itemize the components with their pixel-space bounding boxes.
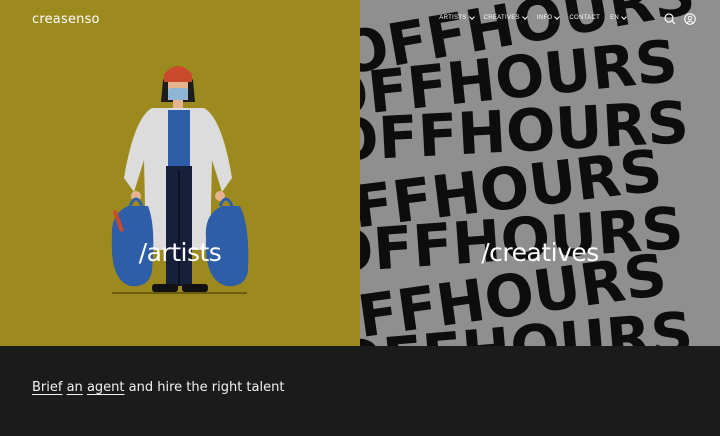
main-nav: ARTISTS CREATIVES INFO CONTACT EN (439, 14, 627, 21)
artists-panel[interactable]: /artists (0, 0, 360, 346)
search-icon[interactable] (664, 13, 676, 25)
chevron-down-icon (468, 14, 475, 20)
chevron-down-icon (522, 14, 528, 20)
nav-label: EN (610, 15, 619, 21)
creatives-label[interactable]: /creatives (360, 238, 720, 267)
user-icon[interactable] (684, 13, 696, 25)
language-selector[interactable]: EN (610, 14, 627, 21)
artists-label[interactable]: /artists (0, 238, 360, 267)
chevron-down-icon (554, 14, 561, 20)
nav-label: CONTACT (569, 15, 601, 21)
offhours-pattern: OFFHOURS OFFHOURS OFFHOURS OFFHOURS OFFH… (360, 0, 700, 346)
nav-label: ARTISTS (439, 15, 467, 21)
nav-label: CREATIVES (483, 15, 520, 21)
nav-label: INFO (536, 15, 553, 21)
nav-item-artists[interactable]: ARTISTS (439, 14, 475, 21)
page: /artists OFFHOURS OFFHOURS OFFHOURS OFFH… (0, 0, 720, 436)
artist-illustration (111, 66, 249, 294)
site-logo[interactable]: creasenso (32, 12, 100, 27)
creatives-panel[interactable]: OFFHOURS OFFHOURS OFFHOURS OFFHOURS OFFH… (360, 0, 720, 346)
hero: /artists OFFHOURS OFFHOURS OFFHOURS OFFH… (0, 0, 720, 346)
cta-tagline: Brief an agent and hire the right talent (32, 380, 288, 395)
tagline-rest: and hire the right talent (128, 380, 285, 395)
chevron-down-icon (621, 14, 627, 20)
nav-item-creatives[interactable]: CREATIVES (483, 14, 528, 21)
agent-link[interactable]: agent (87, 380, 125, 395)
nav-item-contact[interactable]: CONTACT (569, 15, 600, 21)
brief-link[interactable]: Brief (32, 380, 62, 395)
an-link[interactable]: an (67, 380, 83, 395)
site-header: creasenso ARTISTS CREATIVES INFO CONTACT… (0, 0, 720, 40)
nav-item-info[interactable]: INFO (536, 14, 561, 21)
